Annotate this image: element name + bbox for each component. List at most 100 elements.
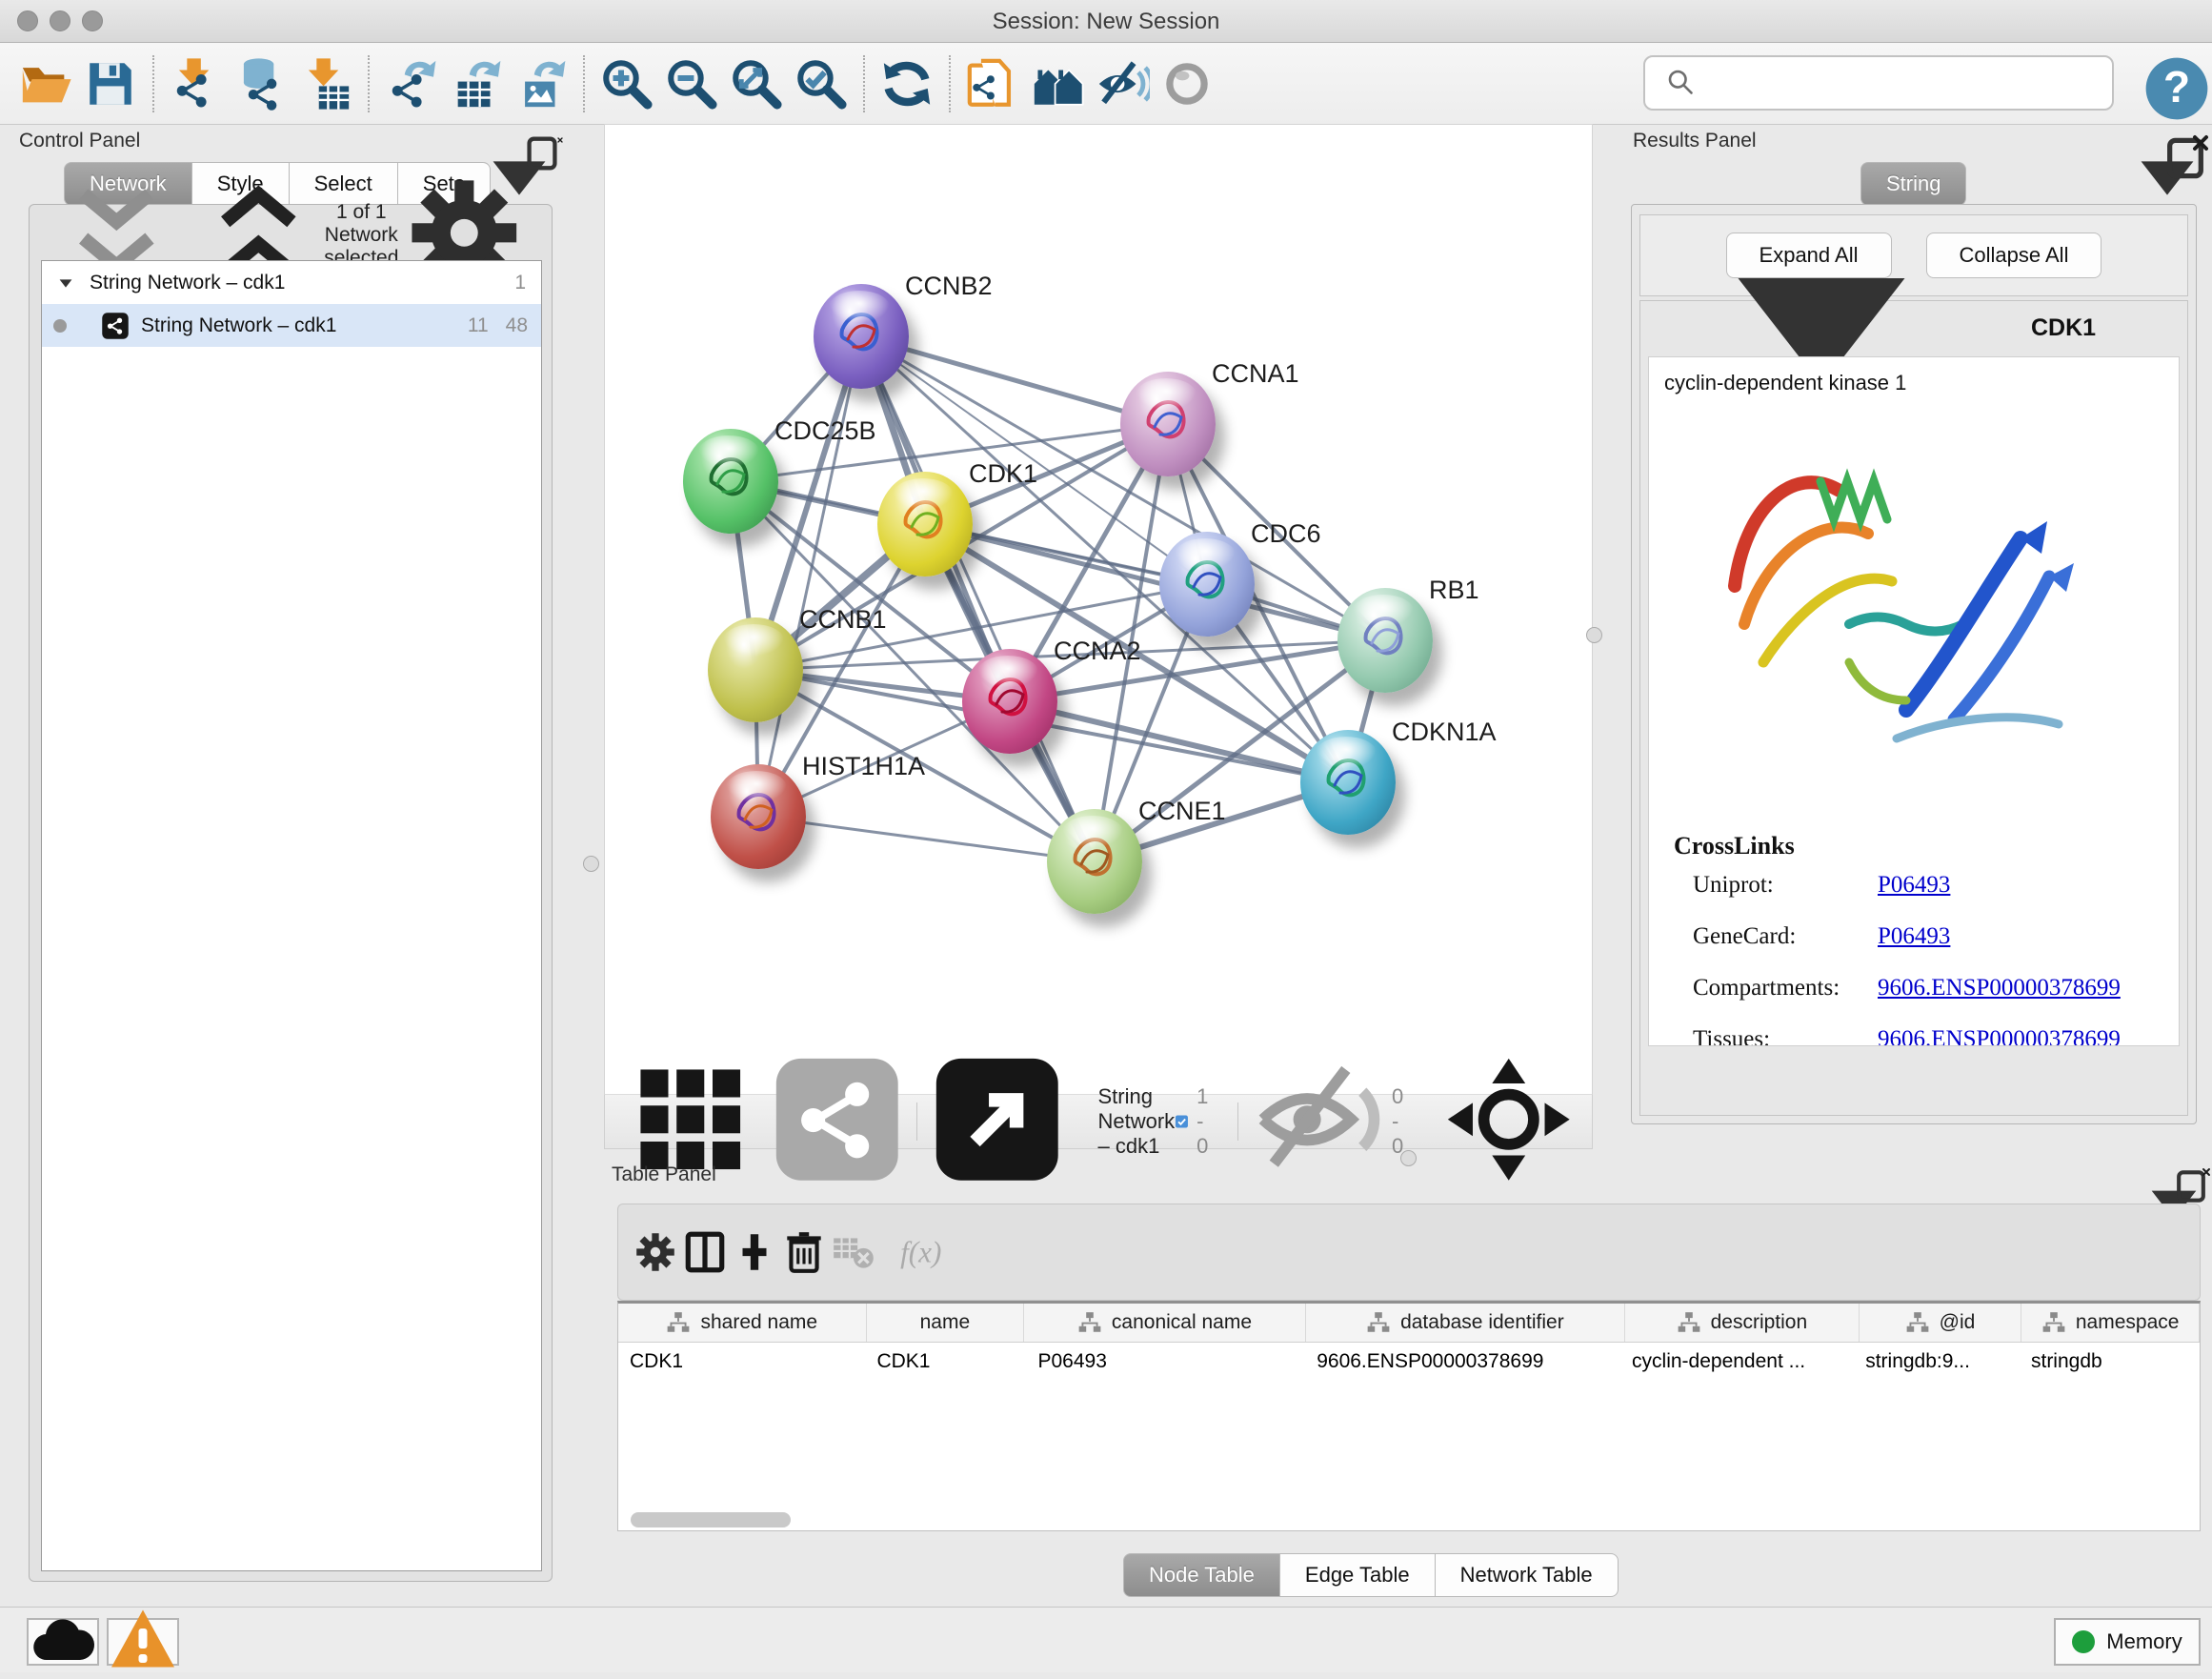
column-header-database-identifier[interactable]: database identifier bbox=[1306, 1304, 1625, 1342]
memory-status-dot bbox=[2072, 1630, 2095, 1653]
network-edge-count: 48 bbox=[506, 314, 528, 337]
cloud-button[interactable] bbox=[27, 1618, 99, 1666]
help-button[interactable]: ? bbox=[2142, 53, 2212, 129]
crosslink-link[interactable]: 9606.ENSP00000378699 bbox=[1878, 975, 2121, 1001]
column-header-canonical-name[interactable]: canonical name bbox=[1024, 1304, 1305, 1342]
delete-column-icon[interactable] bbox=[780, 1228, 828, 1276]
collection-count: 1 bbox=[514, 272, 526, 294]
edge-CCNB2-CCNE1[interactable] bbox=[861, 336, 1095, 861]
function-builder-icon: f(x) bbox=[879, 1228, 965, 1276]
zoom-selected-button[interactable] bbox=[794, 56, 849, 111]
node-label-cdkn1a: CDKN1A bbox=[1392, 718, 1497, 747]
table-cell[interactable]: stringdb bbox=[2020, 1343, 2200, 1381]
network-node-cdc6[interactable] bbox=[1159, 532, 1255, 637]
edge-HIST1H1A-CCNE1[interactable] bbox=[758, 817, 1095, 861]
collection-label: String Network – cdk1 bbox=[90, 272, 285, 294]
network-node-cdk1[interactable] bbox=[877, 472, 973, 577]
export-table-button[interactable] bbox=[449, 56, 504, 111]
network-node-ccnb1[interactable] bbox=[708, 617, 803, 722]
window-title: Session: New Session bbox=[0, 9, 2212, 35]
netbar-separator bbox=[916, 1102, 917, 1141]
table-cell[interactable]: P06493 bbox=[1026, 1343, 1305, 1381]
toolbar-separator bbox=[949, 55, 951, 112]
collection-expand-icon[interactable] bbox=[55, 273, 76, 293]
control-panel-close-icon[interactable] bbox=[556, 131, 564, 149]
new-network-from-selection-button[interactable] bbox=[965, 56, 1020, 111]
column-header-description[interactable]: description bbox=[1625, 1304, 1860, 1342]
crosslink-label: Tissues: bbox=[1693, 1026, 1770, 1046]
crosslink-link[interactable]: 9606.ENSP00000378699 bbox=[1878, 1026, 2121, 1046]
table-cell[interactable]: stringdb:9... bbox=[1854, 1343, 2020, 1381]
table-hscrollbar-thumb[interactable] bbox=[631, 1512, 791, 1527]
edge-CCNB2-HIST1H1A[interactable] bbox=[758, 336, 861, 817]
network-collection-row[interactable]: String Network – cdk1 1 bbox=[42, 261, 541, 304]
hide-selected-button[interactable] bbox=[1095, 56, 1150, 111]
network-node-count: 11 bbox=[468, 314, 489, 337]
network-node-hist1h1a[interactable] bbox=[711, 764, 806, 869]
network-node-rb1[interactable] bbox=[1337, 588, 1433, 693]
network-row[interactable]: String Network – cdk1 11 48 bbox=[42, 304, 541, 347]
search-box bbox=[1643, 55, 2114, 111]
column-header-namespace[interactable]: namespace bbox=[2021, 1304, 2200, 1342]
search-input[interactable] bbox=[1689, 63, 2112, 103]
import-table-from-file-button[interactable] bbox=[298, 56, 353, 111]
node-table-header: shared namenamecanonical namedatabase id… bbox=[618, 1304, 2200, 1343]
import-network-from-database-button[interactable] bbox=[233, 56, 289, 111]
tab-network-table[interactable]: Network Table bbox=[1435, 1553, 1619, 1597]
zoom-out-button[interactable] bbox=[664, 56, 719, 111]
column-header-shared-name[interactable]: shared name bbox=[618, 1304, 867, 1342]
export-network-button[interactable] bbox=[384, 56, 439, 111]
delete-table-icon bbox=[830, 1228, 877, 1276]
crosslink-link[interactable]: P06493 bbox=[1878, 923, 1950, 950]
table-panel-close-icon[interactable] bbox=[2201, 1165, 2212, 1183]
selected-nodes-checkbox-icon[interactable] bbox=[1175, 1106, 1189, 1137]
crosslink-link[interactable]: P06493 bbox=[1878, 872, 1950, 899]
table-cell[interactable]: cyclin-dependent ... bbox=[1620, 1343, 1854, 1381]
warnings-button[interactable] bbox=[107, 1618, 179, 1666]
status-bar: Memory bbox=[0, 1607, 2212, 1672]
table-panel: Table Panel f(x) shared namenamecanonica… bbox=[604, 1158, 2212, 1606]
table-options-gear-icon[interactable] bbox=[632, 1228, 679, 1276]
netbar-separator bbox=[1237, 1102, 1238, 1141]
refresh-button[interactable] bbox=[879, 56, 935, 111]
zoom-fit-button[interactable] bbox=[729, 56, 784, 111]
show-columns-icon[interactable] bbox=[681, 1228, 729, 1276]
node-label-ccne1: CCNE1 bbox=[1138, 797, 1226, 826]
import-network-from-file-button[interactable] bbox=[169, 56, 224, 111]
tab-node-table[interactable]: Node Table bbox=[1123, 1553, 1280, 1597]
network-node-ccnb2[interactable] bbox=[814, 284, 909, 389]
show-all-button[interactable] bbox=[1159, 56, 1215, 111]
network-node-cdc25b[interactable] bbox=[683, 429, 778, 534]
open-session-button[interactable] bbox=[18, 56, 73, 111]
crosslink-label: GeneCard: bbox=[1693, 923, 1796, 950]
network-canvas[interactable]: CCNB2 CCNA1 CDC25B CDK1 CDC6 RB1CCNB1 bbox=[604, 124, 1593, 1096]
right-splitter-handle[interactable] bbox=[1586, 627, 1602, 643]
zoom-in-button[interactable] bbox=[599, 56, 654, 111]
results-panel-close-icon[interactable] bbox=[2189, 131, 2212, 159]
hidden-count: 0 - 0 bbox=[1392, 1084, 1411, 1159]
network-node-ccna2[interactable] bbox=[962, 649, 1057, 754]
table-row[interactable]: CDK1CDK1P064939606.ENSP00000378699cyclin… bbox=[618, 1343, 2200, 1381]
add-column-icon[interactable] bbox=[731, 1228, 778, 1276]
crosslink-row: Tissues: 9606.ENSP00000378699 bbox=[1649, 1026, 2179, 1046]
table-cell[interactable]: CDK1 bbox=[865, 1343, 1026, 1381]
node-label-ccnb2: CCNB2 bbox=[905, 272, 993, 301]
svg-text:?: ? bbox=[2163, 62, 2190, 111]
export-image-button[interactable] bbox=[513, 56, 569, 111]
tab-edge-table[interactable]: Edge Table bbox=[1279, 1553, 1436, 1597]
table-cell[interactable]: 9606.ENSP00000378699 bbox=[1305, 1343, 1620, 1381]
column-header-name[interactable]: name bbox=[867, 1304, 1025, 1342]
network-node-ccna1[interactable] bbox=[1120, 372, 1216, 476]
node-label-cdc25b: CDC25B bbox=[774, 416, 876, 446]
cdk1-section-header[interactable]: CDK1 bbox=[1640, 301, 2187, 354]
left-splitter-handle[interactable] bbox=[583, 856, 599, 872]
table-cell[interactable]: CDK1 bbox=[618, 1343, 865, 1381]
network-node-ccne1[interactable] bbox=[1047, 809, 1142, 914]
first-neighbors-button[interactable] bbox=[1030, 56, 1085, 111]
toolbar-separator bbox=[583, 55, 585, 112]
memory-button[interactable]: Memory bbox=[2054, 1618, 2201, 1666]
node-attribute-icon bbox=[1366, 1310, 1391, 1335]
column-header-id[interactable]: @id bbox=[1860, 1304, 2022, 1342]
network-node-cdkn1a[interactable] bbox=[1300, 730, 1396, 835]
save-session-button[interactable] bbox=[83, 56, 138, 111]
